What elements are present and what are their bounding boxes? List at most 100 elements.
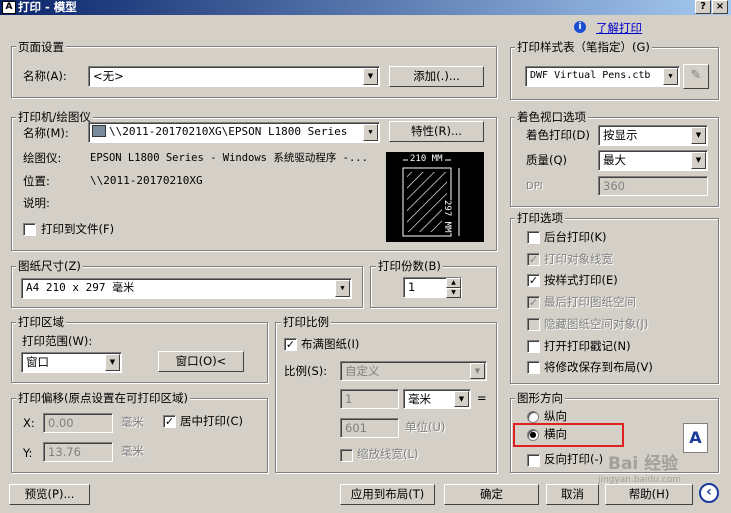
units-label: 单位(U): [405, 420, 446, 434]
window-title: 打印 - 模型: [18, 0, 77, 14]
help-link[interactable]: 了解打印: [596, 20, 642, 36]
offset-y-unit: 毫米: [121, 444, 144, 458]
plot-option-label: 最后打印图纸空间: [544, 295, 636, 310]
chevron-down-icon[interactable]: ▼: [363, 68, 378, 85]
plot-option-checkbox[interactable]: [527, 317, 540, 331]
scale-unit-value: 毫米: [408, 392, 431, 406]
add-button[interactable]: 添加(.)...: [389, 66, 484, 87]
paper-preview: 210 MM 297 MM: [386, 152, 484, 242]
page-setup-name-label: 名称(A):: [23, 69, 67, 83]
copies-label: 打印份数(B): [376, 259, 443, 273]
paper-size-value: A4 210 x 297 毫米: [26, 281, 135, 294]
scale-unit-combo[interactable]: 毫米 ▼: [403, 389, 471, 409]
dpi-value: 360: [603, 179, 625, 193]
chevron-down-icon[interactable]: ▼: [663, 68, 678, 85]
scale-combo[interactable]: 自定义 ▼: [340, 361, 487, 381]
scale-value2: 601: [345, 421, 367, 435]
quality-combo[interactable]: 最大 ▼: [598, 150, 708, 171]
plot-option-label: 按样式打印(E): [544, 273, 618, 288]
shaded-viewport-label: 着色视口选项: [515, 110, 588, 124]
plot-offset-label: 打印偏移(原点设置在可打印区域): [16, 391, 190, 405]
plot-scale-label: 打印比例: [281, 315, 331, 329]
chevron-down-icon[interactable]: ▼: [691, 152, 706, 169]
scale-value1-input[interactable]: 1: [340, 389, 399, 409]
upside-down-checkbox[interactable]: [527, 454, 540, 467]
dpi-input[interactable]: 360: [598, 176, 708, 196]
plot-option-label: 后台打印(K): [544, 230, 607, 244]
chevron-down-icon[interactable]: ▼: [691, 127, 706, 144]
printer-label: 打印机/绘图仪: [16, 110, 93, 124]
window-pick-button[interactable]: 窗口(O)<: [158, 351, 244, 372]
chevron-down-icon[interactable]: ▼: [470, 363, 485, 379]
plot-range-value: 窗口: [26, 355, 49, 369]
plot-range-combo[interactable]: 窗口 ▼: [21, 352, 122, 373]
preview-button[interactable]: 预览(P)...: [9, 484, 90, 505]
shade-plot-combo[interactable]: 按显示 ▼: [598, 125, 708, 146]
help-title-button[interactable]: ?: [695, 0, 711, 14]
plot-option-checkbox[interactable]: [527, 231, 540, 244]
edit-style-icon[interactable]: ✎: [683, 64, 709, 89]
portrait-radio[interactable]: [527, 411, 539, 423]
fit-to-paper-checkbox[interactable]: ✓: [284, 338, 297, 351]
orientation-label: 图形方向: [515, 391, 565, 405]
print-to-file-checkbox[interactable]: [23, 223, 36, 236]
chevron-down-icon[interactable]: ▼: [363, 124, 378, 141]
ok-button[interactable]: 确定: [444, 484, 539, 505]
offset-x-input[interactable]: 0.00: [43, 413, 113, 433]
close-icon[interactable]: ×: [712, 0, 728, 14]
plot-options-label: 打印选项: [515, 211, 565, 225]
scale-lineweights-checkbox[interactable]: [340, 449, 353, 462]
plot-option-checkbox[interactable]: ✓: [527, 252, 540, 266]
shade-plot-value: 按显示: [603, 128, 638, 142]
chevron-down-icon[interactable]: ▼: [454, 391, 469, 407]
spin-down-icon[interactable]: ▼: [446, 288, 461, 298]
offset-x-label: X:: [23, 416, 35, 430]
style-table-combo[interactable]: DWF Virtual Pens.ctb ▼: [525, 66, 680, 87]
plot-option-checkbox[interactable]: [527, 361, 540, 375]
page-setup-name-combo[interactable]: <无> ▼: [88, 66, 380, 87]
printer-name-value: \\2011-20170210XG\EPSON L1800 Series: [109, 125, 348, 138]
offset-y-input[interactable]: 13.76: [43, 442, 113, 462]
spin-up-icon[interactable]: ▲: [446, 278, 461, 288]
scale-lineweights-label: 缩放线宽(L): [357, 447, 419, 461]
shade-plot-label: 着色打印(D): [526, 128, 590, 142]
plot-option-checkbox[interactable]: ✓: [527, 296, 540, 310]
equals-sign: =: [477, 391, 487, 405]
scale-label: 比例(S):: [284, 364, 328, 378]
paper-size-combo[interactable]: A4 210 x 297 毫米 ▼: [21, 278, 352, 299]
plot-range-label: 打印范围(W):: [22, 334, 93, 348]
plotter-label: 绘图仪:: [23, 151, 62, 165]
paper-size-label: 图纸尺寸(Z): [16, 259, 83, 273]
page-setup-name-value: <无>: [93, 69, 124, 83]
printer-name-combo[interactable]: \\2011-20170210XG\EPSON L1800 Series ▼: [88, 122, 380, 143]
cancel-button[interactable]: 取消: [546, 484, 599, 505]
scale-value1: 1: [345, 392, 353, 406]
scale-value: 自定义: [345, 364, 380, 378]
quality-label: 质量(Q): [526, 153, 568, 167]
collapse-icon[interactable]: ‹: [699, 483, 719, 503]
style-table-value: DWF Virtual Pens.ctb: [530, 70, 651, 81]
orientation-preview-icon: A: [683, 423, 708, 453]
scale-value2-input[interactable]: 601: [340, 418, 399, 438]
watermark-url: jingyan.baidu.com: [598, 475, 682, 485]
chevron-down-icon[interactable]: ▼: [105, 354, 120, 371]
properties-button[interactable]: 特性(R)...: [389, 121, 484, 142]
plot-option-checkbox[interactable]: ✓: [527, 274, 540, 288]
print-to-file-label: 打印到文件(F): [41, 222, 115, 236]
plot-option-label: 隐藏图纸空间对象(J): [544, 316, 649, 331]
plot-option-checkbox[interactable]: [527, 339, 540, 353]
watermark-logo: Bai 经验: [608, 454, 679, 474]
plot-option-label: 打印对象线宽: [544, 251, 613, 266]
location-value: \\2011-20170210XG: [90, 174, 203, 187]
plot-area-label: 打印区域: [16, 315, 66, 329]
plotter-value: EPSON L1800 Series - Windows 系统驱动程序 -...: [90, 152, 368, 164]
apply-to-layout-button[interactable]: 应用到布局(T): [340, 484, 435, 505]
chevron-down-icon[interactable]: ▼: [335, 280, 350, 297]
help-button[interactable]: 帮助(H): [605, 484, 693, 505]
center-plot-label: 居中打印(C): [180, 414, 244, 428]
location-label: 位置:: [23, 174, 50, 188]
upside-down-label: 反向打印(-): [544, 452, 604, 466]
dpi-label: DPI: [526, 181, 543, 192]
center-plot-checkbox[interactable]: ✓: [163, 415, 176, 428]
info-icon: i: [574, 21, 586, 33]
